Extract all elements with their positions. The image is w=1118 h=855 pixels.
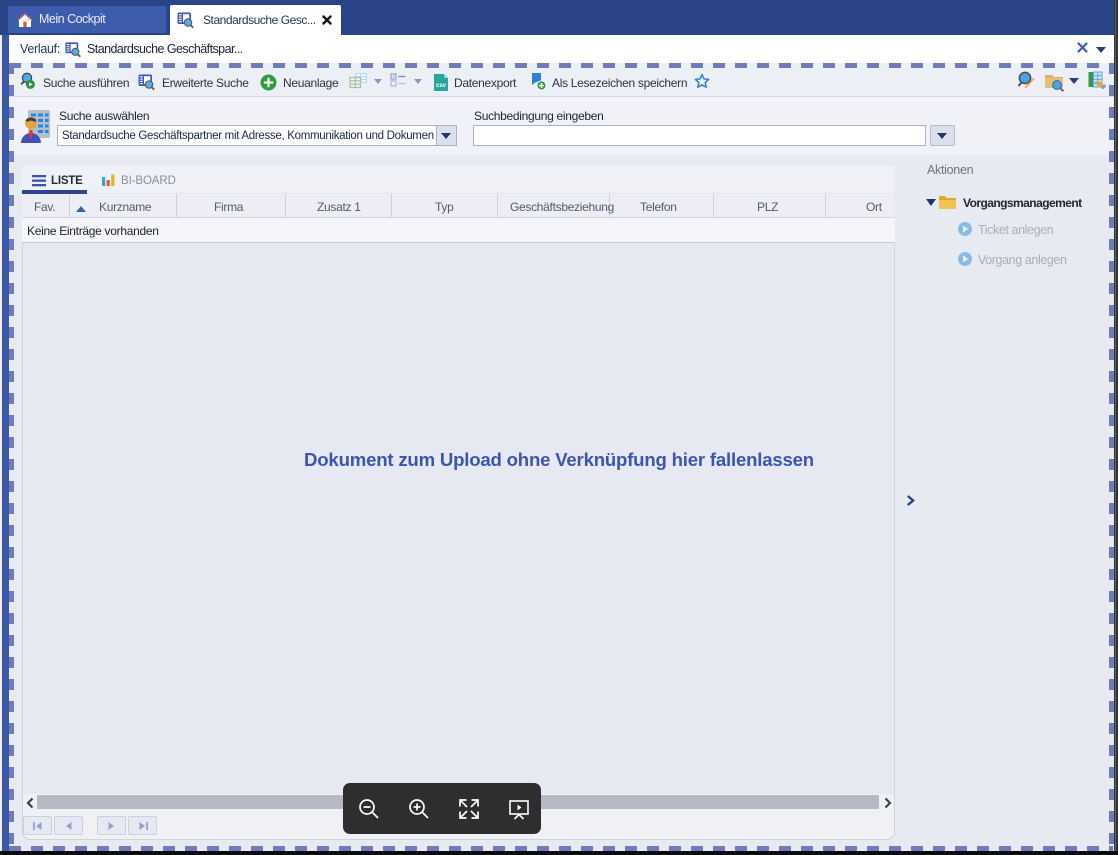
svg-text:csv: csv (436, 83, 447, 89)
